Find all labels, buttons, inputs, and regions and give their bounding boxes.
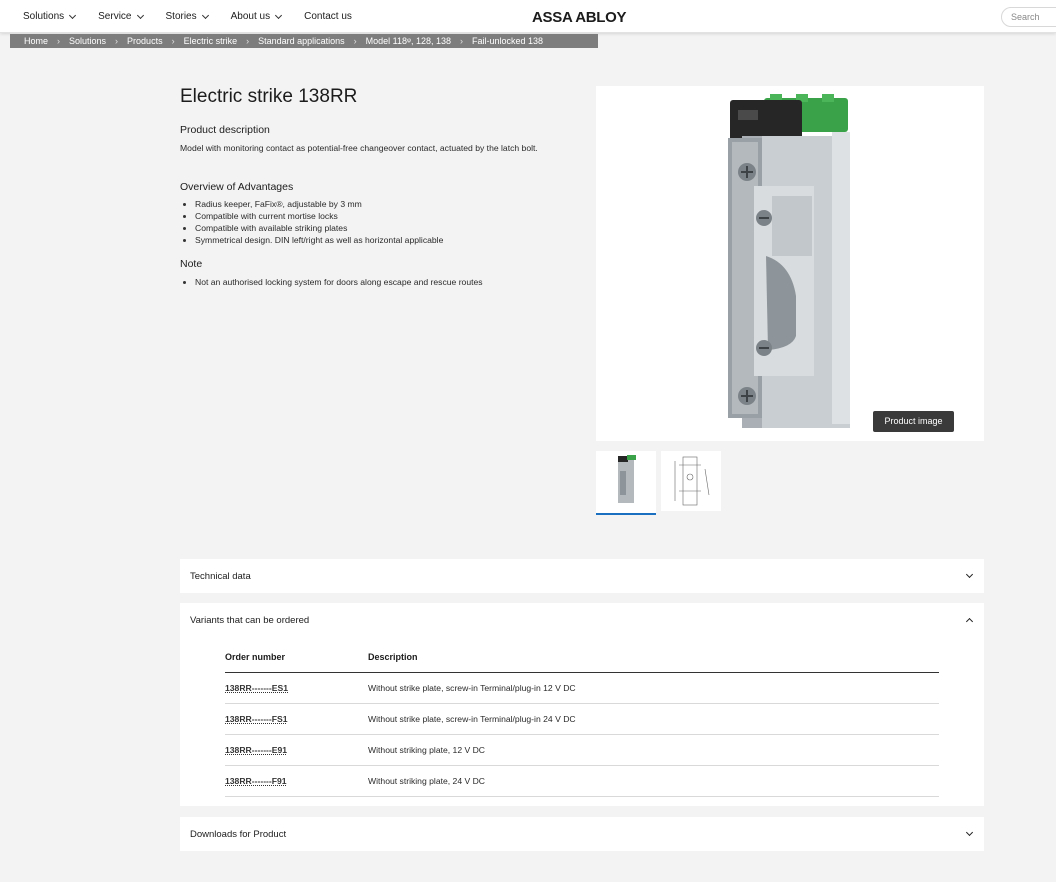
thumbnail-product-photo[interactable] — [596, 451, 656, 515]
description-cell: Without striking plate, 24 V DC — [368, 765, 939, 797]
order-number-link[interactable]: 138RR-------ES1 — [225, 683, 288, 693]
nav-label: Solutions — [23, 11, 65, 22]
chevron-right-icon: › — [246, 36, 250, 46]
description-cell: Without strike plate, screw-in Terminal/… — [368, 703, 939, 735]
variants-table: Order number Description 138RR-------ES1… — [225, 647, 939, 797]
accordion-variants: Variants that can be ordered Order numbe… — [180, 603, 984, 806]
nav-service[interactable]: Service — [98, 11, 144, 22]
breadcrumb-home[interactable]: Home — [24, 36, 48, 46]
accordion-technical-data: Technical data — [180, 559, 984, 593]
table-row: 138RR-------F91 Without striking plate, … — [225, 765, 939, 797]
chevron-down-icon — [201, 11, 209, 19]
order-number-link[interactable]: 138RR-------FS1 — [225, 714, 288, 724]
list-item: Compatible with current mortise locks — [180, 210, 443, 222]
order-number-cell: 138RR-------FS1 — [225, 703, 368, 735]
breadcrumb-standard-applications[interactable]: Standard applications — [258, 36, 345, 46]
nav-label: Stories — [165, 11, 197, 22]
table-row: 138RR-------FS1 Without strike plate, sc… — [225, 703, 939, 735]
brand-logo[interactable]: ASSA ABLOY — [532, 9, 627, 26]
thumbnail-technical-drawing[interactable] — [661, 451, 721, 511]
list-item: Compatible with available striking plate… — [180, 222, 443, 234]
chevron-down-icon — [965, 570, 974, 579]
chevron-down-icon — [69, 11, 77, 19]
breadcrumb-model[interactable]: Model 118ᵠ, 128, 138 — [366, 36, 451, 46]
table-row: 138RR-------ES1 Without strike plate, sc… — [225, 672, 939, 704]
product-image-badge[interactable]: Product image — [873, 411, 954, 432]
chevron-down-icon — [136, 11, 144, 19]
breadcrumb-products[interactable]: Products — [127, 36, 163, 46]
order-number-cell: 138RR-------ES1 — [225, 672, 368, 704]
nav-label: About us — [230, 11, 271, 22]
breadcrumb-electric-strike[interactable]: Electric strike — [184, 36, 238, 46]
accordion-title: Downloads for Product — [190, 828, 287, 840]
electric-strike-image — [728, 94, 850, 428]
thumbnail-image — [618, 455, 636, 503]
chevron-right-icon: › — [353, 36, 357, 46]
list-item: Radius keeper, FaFix®, adjustable by 3 m… — [180, 198, 443, 210]
chevron-right-icon: › — [57, 36, 61, 46]
accordion-header[interactable]: Variants that can be ordered — [180, 603, 984, 637]
accordion-downloads: Downloads for Product — [180, 817, 984, 851]
chevron-down-icon — [275, 11, 283, 19]
advantages-heading: Overview of Advantages — [180, 181, 294, 193]
note-list: Not an authorised locking system for doo… — [180, 276, 483, 288]
main-nav: Solutions Service Stories About us Conta… — [23, 0, 375, 33]
description-text: Model with monitoring contact as potenti… — [180, 143, 538, 153]
search-input[interactable]: Search — [1001, 7, 1056, 27]
product-image[interactable] — [596, 86, 984, 441]
column-header-description: Description — [368, 647, 939, 673]
chevron-up-icon — [965, 617, 974, 626]
breadcrumb-fail-unlocked[interactable]: Fail-unlocked 138 — [472, 36, 543, 46]
nav-label: Contact us — [304, 11, 352, 22]
breadcrumb-solutions[interactable]: Solutions — [69, 36, 106, 46]
chevron-right-icon: › — [115, 36, 119, 46]
nav-about-us[interactable]: About us — [230, 11, 283, 22]
description-heading: Product description — [180, 124, 270, 136]
list-item: Symmetrical design. DIN left/right as we… — [180, 234, 443, 246]
site-header: Solutions Service Stories About us Conta… — [0, 0, 1056, 33]
chevron-right-icon: › — [460, 36, 464, 46]
nav-label: Service — [98, 11, 132, 22]
note-heading: Note — [180, 258, 203, 270]
description-cell: Without strike plate, screw-in Terminal/… — [368, 672, 939, 704]
order-number-link[interactable]: 138RR-------E91 — [225, 745, 287, 755]
accordion-header[interactable]: Downloads for Product — [180, 817, 984, 851]
table-header-row: Order number Description — [225, 647, 939, 673]
order-number-cell: 138RR-------F91 — [225, 765, 368, 797]
breadcrumb: Home › Solutions › Products › Electric s… — [10, 34, 598, 48]
description-cell: Without striking plate, 12 V DC — [368, 734, 939, 766]
nav-contact-us[interactable]: Contact us — [304, 11, 352, 22]
accordion-title: Technical data — [190, 570, 251, 582]
advantages-list: Radius keeper, FaFix®, adjustable by 3 m… — [180, 198, 443, 246]
nav-solutions[interactable]: Solutions — [23, 11, 77, 22]
accordion-title: Variants that can be ordered — [190, 614, 310, 626]
table-row: 138RR-------E91 Without striking plate, … — [225, 734, 939, 766]
list-item: Not an authorised locking system for doo… — [180, 276, 483, 288]
chevron-right-icon: › — [171, 36, 175, 46]
page-title: Electric strike 138RR — [180, 86, 358, 107]
thumbnail-drawing — [674, 456, 710, 506]
order-number-cell: 138RR-------E91 — [225, 734, 368, 766]
column-header-order-number: Order number — [225, 647, 368, 673]
chevron-down-icon — [965, 828, 974, 837]
nav-stories[interactable]: Stories — [165, 11, 209, 22]
order-number-link[interactable]: 138RR-------F91 — [225, 776, 287, 786]
accordion-header[interactable]: Technical data — [180, 559, 984, 593]
